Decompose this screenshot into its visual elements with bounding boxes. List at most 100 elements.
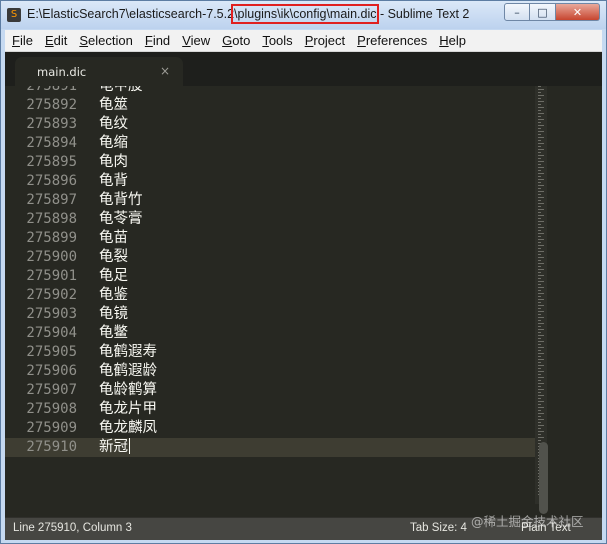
- minimap-line: [538, 242, 541, 243]
- minimap-line: [538, 128, 541, 129]
- minimap-line: [538, 296, 541, 297]
- status-tab-size[interactable]: Tab Size: 4: [410, 522, 467, 534]
- code-line-partial: 275891 龟甲股: [5, 86, 535, 96]
- code-line: 275908 龟龙片甲: [5, 400, 535, 419]
- minimap-line: [538, 272, 541, 273]
- minimap-line: [538, 347, 544, 348]
- title-bar: S E:\ElasticSearch7\elasticsearch-7.5.2\…: [1, 1, 606, 29]
- minimap-line: [538, 377, 544, 378]
- menu-tools[interactable]: Tools: [257, 33, 297, 48]
- minimap-line: [538, 209, 544, 210]
- minimap-line: [538, 410, 541, 411]
- minimap-line: [538, 326, 541, 327]
- minimap-line: [538, 368, 541, 369]
- line-text: 龟龙麟凤: [99, 420, 157, 436]
- line-text: 龟苓膏: [99, 211, 143, 227]
- minimap-line: [538, 167, 544, 168]
- scrollbar-thumb[interactable]: [539, 442, 548, 514]
- code-line: 275892 龟筮: [5, 96, 535, 115]
- line-text: 龟缩: [99, 135, 128, 151]
- minimap-line: [538, 164, 541, 165]
- minimap-line: [538, 227, 544, 228]
- minimap-line: [538, 365, 544, 366]
- code-line: 275893 龟纹: [5, 115, 535, 134]
- minimap-line: [538, 323, 544, 324]
- scrollbar-track[interactable]: [547, 86, 602, 512]
- minimap-line: [538, 383, 544, 384]
- code-line: 275898 龟苓膏: [5, 210, 535, 229]
- minimap-line: [538, 290, 541, 291]
- minimap-line: [538, 152, 541, 153]
- minimap-line: [538, 401, 544, 402]
- minimap-line: [538, 89, 544, 90]
- minimap-line: [538, 293, 544, 294]
- minimap-line: [538, 260, 541, 261]
- minimap-line: [538, 188, 541, 189]
- code-line: 275909 龟龙麟凤: [5, 419, 535, 438]
- minimap-line: [538, 395, 544, 396]
- minimize-button[interactable]: –: [504, 3, 530, 21]
- minimap-line: [538, 236, 541, 237]
- code-line: 275899 龟苗: [5, 229, 535, 248]
- minimap-line: [538, 416, 541, 417]
- minimap-line: [538, 251, 544, 252]
- close-button[interactable]: ✕: [556, 3, 600, 21]
- menu-selection[interactable]: Selection: [74, 33, 137, 48]
- minimap-line: [538, 332, 541, 333]
- minimap-line: [538, 116, 541, 117]
- menu-help[interactable]: Help: [434, 33, 471, 48]
- minimap-line: [538, 224, 541, 225]
- minimap-line: [538, 248, 541, 249]
- line-text: 龟筮: [99, 97, 128, 113]
- menu-project[interactable]: Project: [300, 33, 350, 48]
- minimap-line: [538, 113, 544, 114]
- menu-goto[interactable]: Goto: [217, 33, 255, 48]
- line-text: 龟龙片甲: [99, 401, 157, 417]
- minimap-line: [538, 200, 541, 201]
- code-line-current: 275910 新冠: [5, 438, 535, 457]
- menu-view[interactable]: View: [177, 33, 215, 48]
- tab-main-dic[interactable]: main.dic ×: [15, 57, 183, 86]
- title-path-highlight: \plugins\ik\config\main.dic: [231, 4, 380, 24]
- minimap-line: [538, 257, 544, 258]
- line-number: 275908: [26, 401, 77, 417]
- minimap-line: [538, 233, 544, 234]
- minimap-line: [538, 263, 544, 264]
- minimap-line: [538, 362, 541, 363]
- line-number: 275900: [26, 249, 77, 265]
- line-number: 275907: [26, 382, 77, 398]
- maximize-button[interactable]: □: [530, 3, 556, 21]
- line-text: 龟鉴: [99, 287, 128, 303]
- menu-edit[interactable]: Edit: [40, 33, 72, 48]
- minimap-line: [538, 140, 541, 141]
- minimap-line: [538, 428, 541, 429]
- minimap-line: [538, 158, 541, 159]
- code-line: 275901 龟足: [5, 267, 535, 286]
- minimap-line: [538, 173, 544, 174]
- minimap-line: [538, 137, 544, 138]
- minimap-line: [538, 386, 541, 387]
- menu-bar: File Edit Selection Find View Goto Tools…: [5, 30, 602, 52]
- minimap-line: [538, 335, 544, 336]
- minimap-line: [538, 92, 541, 93]
- minimap-line: [538, 281, 544, 282]
- tab-close-icon[interactable]: ×: [160, 64, 170, 78]
- minimap-line: [538, 425, 544, 426]
- minimap-line: [538, 221, 544, 222]
- minimap-line: [538, 191, 544, 192]
- tab-label: main.dic: [37, 65, 87, 79]
- line-number: 275894: [26, 135, 77, 151]
- line-number: 275892: [26, 97, 77, 113]
- minimap-line: [538, 104, 541, 105]
- menu-find[interactable]: Find: [140, 33, 175, 48]
- line-number: 275893: [26, 116, 77, 132]
- minimap-line: [538, 269, 544, 270]
- menu-preferences[interactable]: Preferences: [352, 33, 432, 48]
- menu-file[interactable]: File: [7, 33, 38, 48]
- text-editor[interactable]: 275891 龟甲股 275892 龟筮 275893 龟纹 275894 龟缩 27589…: [5, 86, 535, 496]
- line-number: 275895: [26, 154, 77, 170]
- minimap-line: [538, 314, 541, 315]
- line-number: 275903: [26, 306, 77, 322]
- minimap-line: [538, 440, 541, 441]
- line-text: 龟鹤遐龄: [99, 363, 157, 379]
